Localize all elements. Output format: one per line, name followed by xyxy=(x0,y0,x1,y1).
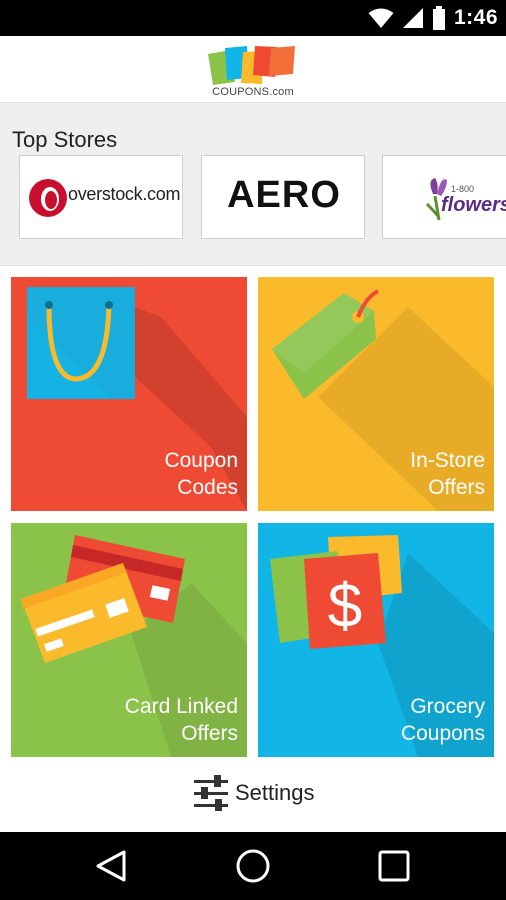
status-bar: 1:46 xyxy=(0,0,506,36)
back-icon[interactable] xyxy=(92,846,132,886)
store-prefix-1800: 1-800 xyxy=(451,184,475,194)
logo-text: COUPONS.com xyxy=(212,86,294,98)
sliders-icon xyxy=(194,775,228,811)
battery-icon xyxy=(432,6,445,30)
logo-mark xyxy=(208,46,295,85)
store-name-overstock: overstock.com xyxy=(68,184,181,204)
svg-text:$: $ xyxy=(328,572,362,641)
store-card-overstock[interactable]: overstock.com xyxy=(19,155,183,239)
store-card-1800flowers[interactable]: 1-800 flowers xyxy=(382,155,506,239)
tile-grocery-coupons[interactable]: $ Grocery Coupons xyxy=(258,523,494,757)
tile-instore-offers-label: In-Store Offers xyxy=(410,449,485,499)
tile-coupon-codes-label: Coupon Codes xyxy=(164,449,238,499)
coupons-logo[interactable]: COUPONS.com xyxy=(205,42,301,100)
settings-button[interactable]: Settings xyxy=(193,774,315,812)
store-name-flowers: flowers xyxy=(441,194,506,216)
store-card-aero[interactable]: AERO xyxy=(201,155,365,239)
wifi-icon xyxy=(368,8,394,28)
app-header: COUPONS.com xyxy=(0,36,506,102)
tile-grocery-coupons-label: Grocery Coupons xyxy=(400,695,485,745)
status-time: 1:46 xyxy=(453,6,498,29)
signal-icon xyxy=(402,8,423,28)
nav-bar xyxy=(0,832,506,900)
tile-card-linked-offers-label: Card Linked Offers xyxy=(124,695,238,745)
tile-instore-offers[interactable]: In-Store Offers xyxy=(258,277,494,511)
store-name-aero: AERO xyxy=(227,174,341,216)
top-stores-section: Top Stores overstock.com AERO 1-800 flow… xyxy=(0,102,506,266)
status-icons: 1:46 xyxy=(368,0,498,36)
tile-coupon-codes[interactable]: Coupon Codes xyxy=(11,277,247,511)
tile-card-linked-offers[interactable]: Card Linked Offers xyxy=(11,523,247,757)
recents-icon[interactable] xyxy=(374,846,414,886)
settings-label: Settings xyxy=(235,780,315,805)
top-stores-title: Top Stores xyxy=(12,127,118,152)
home-icon[interactable] xyxy=(233,846,273,886)
